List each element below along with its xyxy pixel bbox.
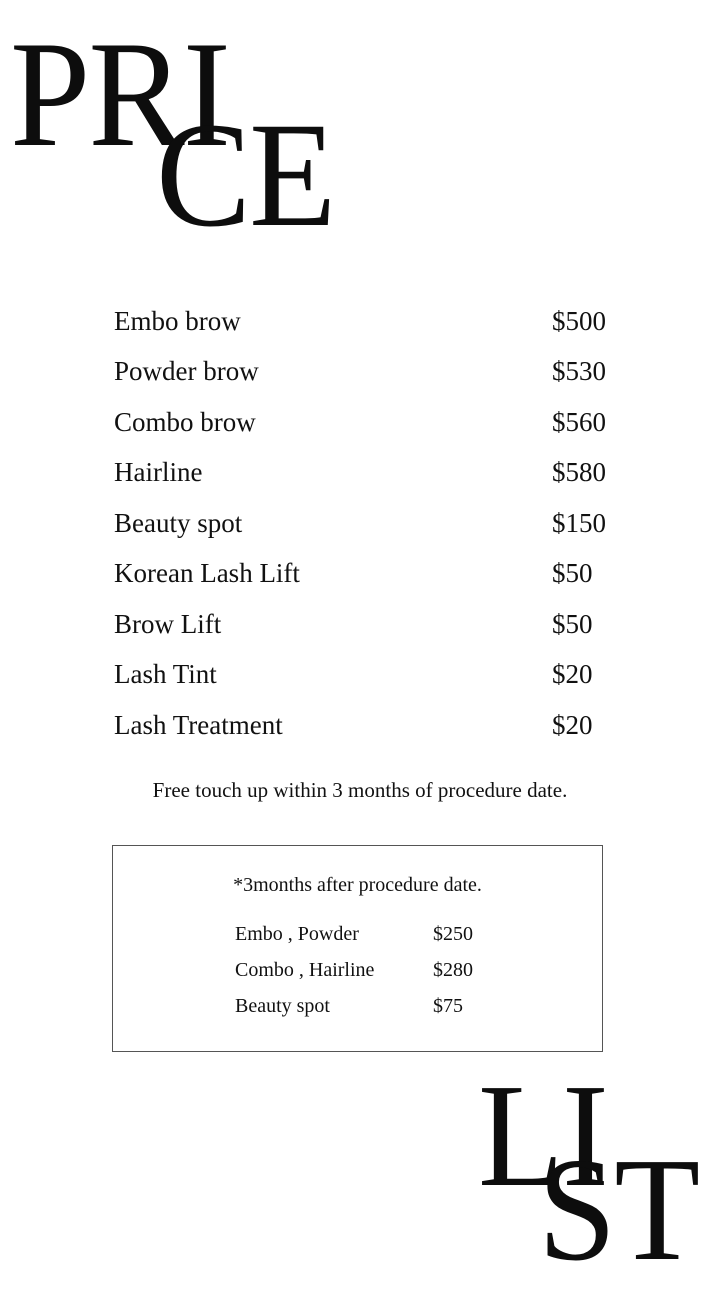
touch-up-price-box: *3months after procedure date. Embo , Po… [112, 845, 603, 1052]
price-row: Lash Tint $20 [114, 650, 608, 701]
service-price: $580 [552, 457, 606, 488]
price-row: Brow Lift $50 [114, 599, 608, 650]
service-name: Hairline [114, 457, 203, 488]
price-list: Embo brow $500 Powder brow $530 Combo br… [114, 296, 608, 751]
service-price: $150 [552, 507, 606, 538]
service-price: $530 [552, 356, 606, 387]
touch-up-price: $280 [433, 958, 473, 981]
touch-up-row: Embo , Powder $250 [235, 916, 493, 952]
price-row: Korean Lash Lift $50 [114, 549, 608, 600]
title-list-part-2: ST [538, 1128, 700, 1292]
price-row: Powder brow $530 [114, 347, 608, 398]
service-price: $560 [552, 406, 606, 437]
touch-up-name: Beauty spot [235, 994, 330, 1017]
service-price: $20 [552, 709, 593, 740]
service-name: Lash Treatment [114, 709, 283, 740]
touch-up-list: Embo , Powder $250 Combo , Hairline $280… [235, 916, 493, 1024]
service-price: $50 [552, 558, 593, 589]
price-row: Hairline $580 [114, 448, 608, 499]
service-name: Lash Tint [114, 659, 217, 690]
touch-up-price: $250 [433, 922, 473, 945]
touch-up-price: $75 [433, 994, 463, 1017]
touch-up-note: Free touch up within 3 months of procedu… [152, 778, 568, 802]
service-name: Powder brow [114, 356, 259, 387]
service-name: Brow Lift [114, 608, 222, 639]
service-name: Korean Lash Lift [114, 558, 300, 589]
service-name: Combo brow [114, 406, 256, 437]
touch-up-row: Combo , Hairline $280 [235, 952, 493, 988]
service-price: $500 [552, 305, 606, 336]
service-name: Embo brow [114, 305, 241, 336]
service-price: $50 [552, 608, 593, 639]
price-row: Combo brow $560 [114, 397, 608, 448]
price-row: Lash Treatment $20 [114, 700, 608, 751]
service-name: Beauty spot [114, 507, 243, 538]
touch-up-name: Combo , Hairline [235, 958, 375, 981]
price-row: Beauty spot $150 [114, 498, 608, 549]
service-price: $20 [552, 659, 593, 690]
title-price-part-2: CE [156, 92, 336, 258]
touch-up-heading: *3months after procedure date. [233, 874, 482, 896]
touch-up-name: Embo , Powder [235, 922, 359, 945]
touch-up-row: Beauty spot $75 [235, 988, 493, 1024]
price-row: Embo brow $500 [114, 296, 608, 347]
